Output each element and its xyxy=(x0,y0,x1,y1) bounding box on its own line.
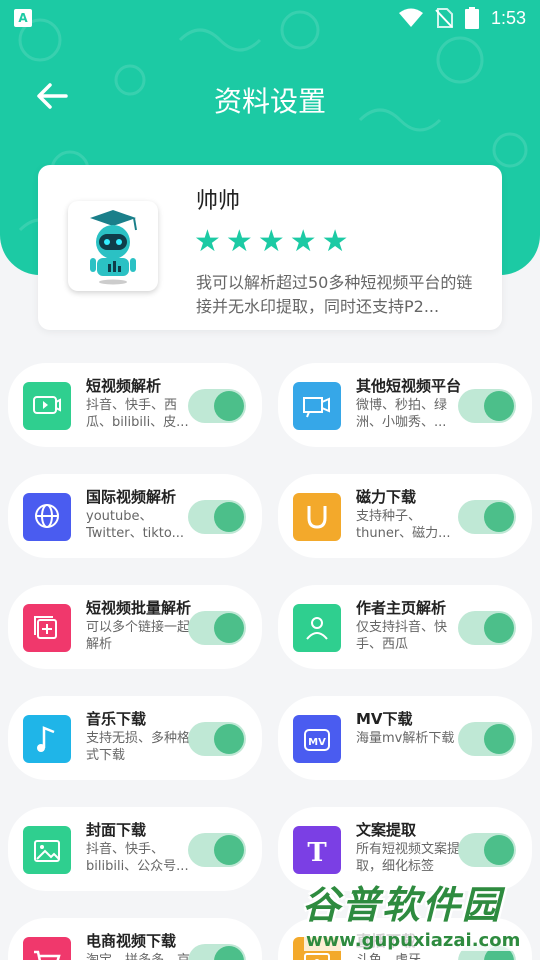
mv-icon: MV xyxy=(293,715,341,763)
feature-subtitle: 淘宝、拼多多、京东、闲鱼... xyxy=(86,952,196,960)
star-icon: ★ xyxy=(225,224,253,259)
feature-text: 其他短视频平台微博、秒拍、绿洲、小咖秀、... xyxy=(356,377,466,431)
watermark-title: 谷普软件园 xyxy=(302,883,503,927)
feature-toggle[interactable] xyxy=(458,500,516,534)
camera-icon xyxy=(293,382,341,430)
feature-toggle[interactable] xyxy=(188,500,246,534)
feature-card: 封面下载抖音、快手、bilibili、公众号... xyxy=(8,807,262,891)
toggle-knob xyxy=(214,613,244,643)
feature-title: 国际视频解析 xyxy=(86,488,177,506)
feature-card: 磁力下载支持种子、thuner、磁力... xyxy=(278,474,532,558)
watermark-url: www.gupuxiazai.com xyxy=(304,930,523,951)
video-play-icon xyxy=(23,382,71,430)
text-icon: T xyxy=(293,826,341,874)
batch-icon xyxy=(23,604,71,652)
feature-text: 文案提取 所有短视频文案提取，细化标签 xyxy=(356,821,466,875)
feature-card: 短视频解析抖音、快手、西瓜、bilibili、皮... xyxy=(8,363,262,447)
star-icon: ★ xyxy=(257,224,285,259)
feature-card: 短视频批量解析可以多个链接一起解析 xyxy=(8,585,262,669)
feature-text: 短视频解析抖音、快手、西瓜、bilibili、皮... xyxy=(86,377,196,431)
star-icon: ★ xyxy=(321,224,349,259)
profile-description: 我可以解析超过50多种短视频平台的链接并无水印提取，同时还支持P2... xyxy=(196,273,473,316)
toggle-knob xyxy=(214,724,244,754)
app-notification-icon: A xyxy=(14,9,32,27)
top-bar: 资料设置 xyxy=(0,66,540,126)
svg-text:T: T xyxy=(307,838,327,867)
no-sim-icon xyxy=(435,8,453,28)
feature-subtitle: 海量mv解析下载 xyxy=(356,731,455,746)
toggle-knob xyxy=(484,613,514,643)
feature-subtitle: 抖音、快手、bilibili、公众号... xyxy=(86,842,189,874)
feature-toggle[interactable] xyxy=(188,722,246,756)
feature-title: 封面下载 xyxy=(86,821,147,839)
svg-text:MV: MV xyxy=(308,737,326,748)
feature-text: 作者主页解析仅支持抖音、快手、西瓜 xyxy=(356,599,466,653)
feature-toggle[interactable] xyxy=(188,944,246,960)
status-time: 1:53 xyxy=(490,7,526,28)
feature-subtitle: 抖音、快手、西瓜、bilibili、皮... xyxy=(86,398,189,430)
feature-card: 音乐下载支持无损、多种格式下载 xyxy=(8,696,262,780)
toggle-knob xyxy=(484,724,514,754)
feature-subtitle: 可以多个链接一起解析 xyxy=(86,620,191,652)
feature-title: 其他短视频平台 xyxy=(356,377,462,395)
rating-stars: ★ ★ ★ ★ ★ xyxy=(194,227,349,257)
feature-title: 短视频批量解析 xyxy=(86,599,192,617)
wifi-icon xyxy=(398,8,423,27)
feature-card: 国际视频解析 youtube、Twitter、tikto... xyxy=(8,474,262,558)
feature-text: 短视频批量解析可以多个链接一起解析 xyxy=(86,599,196,653)
globe-icon xyxy=(23,493,71,541)
feature-card: MV MV下载海量mv解析下载 xyxy=(278,696,532,780)
profile-name: 帅帅 xyxy=(196,189,241,214)
robot-avatar-icon xyxy=(90,210,137,285)
image-icon xyxy=(23,826,71,874)
battery-icon xyxy=(464,7,479,29)
feature-toggle[interactable] xyxy=(458,722,516,756)
feature-title: 文案提取 xyxy=(356,821,417,839)
feature-text: 封面下载抖音、快手、bilibili、公众号... xyxy=(86,821,196,875)
feature-subtitle: 仅支持抖音、快手、西瓜 xyxy=(356,620,448,652)
feature-text: 磁力下载支持种子、thuner、磁力... xyxy=(356,488,466,542)
feature-title: 作者主页解析 xyxy=(356,599,447,617)
feature-toggle[interactable] xyxy=(458,389,516,423)
feature-toggle[interactable] xyxy=(458,833,516,867)
star-icon: ★ xyxy=(289,224,317,259)
feature-title: 磁力下载 xyxy=(356,488,417,506)
feature-toggle[interactable] xyxy=(188,611,246,645)
feature-toggle[interactable] xyxy=(188,389,246,423)
feature-text: 音乐下载支持无损、多种格式下载 xyxy=(86,710,196,764)
feature-title: 音乐下载 xyxy=(86,710,147,728)
toggle-knob xyxy=(214,946,244,960)
feature-subtitle: 微博、秒拍、绿洲、小咖秀、... xyxy=(356,398,448,430)
feature-card: 作者主页解析仅支持抖音、快手、西瓜 xyxy=(278,585,532,669)
toggle-knob xyxy=(214,502,244,532)
cart-icon xyxy=(23,937,71,960)
magnet-icon xyxy=(293,493,341,541)
feature-toggle[interactable] xyxy=(458,611,516,645)
feature-text: 国际视频解析 youtube、Twitter、tikto... xyxy=(86,488,196,542)
feature-title: MV下载 xyxy=(356,710,413,728)
feature-subtitle: youtube、Twitter、tikto... xyxy=(86,509,185,541)
avatar xyxy=(68,201,158,291)
toggle-knob xyxy=(214,391,244,421)
page-title: 资料设置 xyxy=(213,85,326,118)
toggle-knob xyxy=(484,835,514,865)
feature-title: 电商视频下载 xyxy=(86,932,177,950)
feature-text: 电商视频下载淘宝、拼多多、京东、闲鱼... xyxy=(86,932,196,960)
feature-subtitle: 支持无损、多种格式下载 xyxy=(86,731,191,763)
watermark: 谷普软件园 www.gupuxiazai.com xyxy=(296,870,540,960)
feature-text: MV下载海量mv解析下载 xyxy=(356,710,466,747)
feature-card: 其他短视频平台微博、秒拍、绿洲、小咖秀、... xyxy=(278,363,532,447)
feature-toggle[interactable] xyxy=(188,833,246,867)
toggle-knob xyxy=(484,502,514,532)
toggle-knob xyxy=(484,391,514,421)
feature-title: 短视频解析 xyxy=(86,377,162,395)
music-icon xyxy=(23,715,71,763)
feature-subtitle: 支持种子、thuner、磁力... xyxy=(356,509,451,541)
profile-card: 帅帅 ★ ★ ★ ★ ★ 我可以解析超过50多种短视频平台的链接并无水印提取，同… xyxy=(38,165,502,330)
feature-card: 电商视频下载淘宝、拼多多、京东、闲鱼... xyxy=(8,918,262,960)
star-icon: ★ xyxy=(194,224,221,259)
status-bar: A 1:53 xyxy=(0,0,540,36)
toggle-knob xyxy=(214,835,244,865)
user-icon xyxy=(293,604,341,652)
